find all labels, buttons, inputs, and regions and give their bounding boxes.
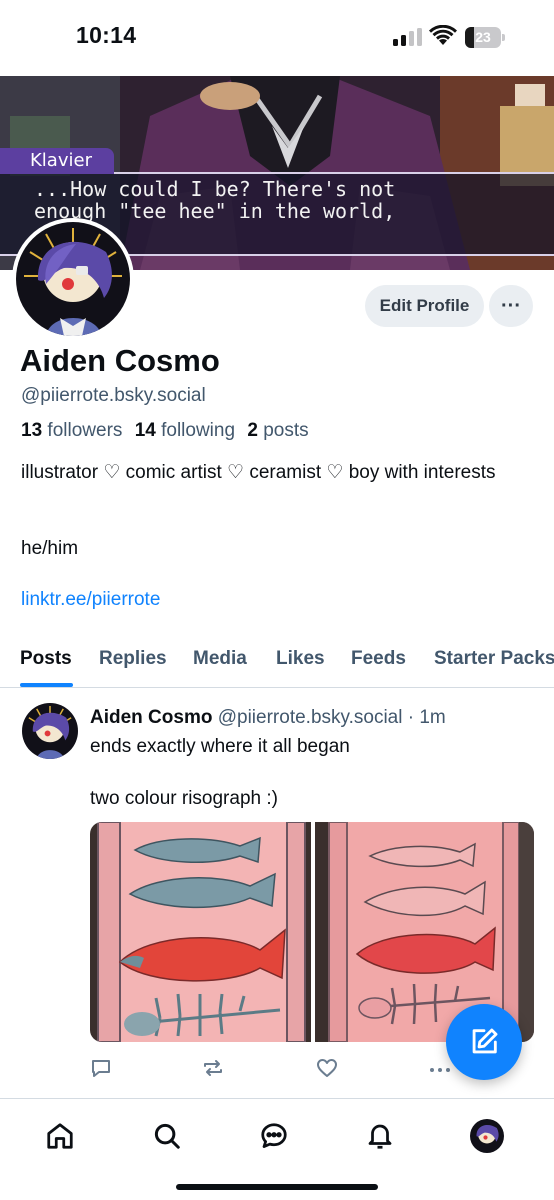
nav-home[interactable] — [43, 1119, 77, 1153]
search-icon — [154, 1123, 180, 1149]
followers-count: 13 — [21, 420, 43, 441]
compose-icon — [472, 1028, 498, 1054]
avatar-image — [16, 222, 130, 336]
profile-handle: @piierrote.bsky.social — [21, 385, 206, 406]
tab-media[interactable]: Media — [193, 648, 247, 670]
post-author-handle[interactable]: @piierrote.bsky.social — [218, 707, 403, 728]
tab-posts[interactable]: Posts — [20, 648, 72, 670]
tab-likes[interactable]: Likes — [276, 648, 325, 670]
battery-indicator: 23 — [465, 27, 505, 48]
nav-chat[interactable] — [257, 1119, 291, 1153]
following-stat[interactable]: 14 following — [135, 420, 235, 441]
battery-level: 23 — [475, 29, 491, 45]
post-author-name[interactable]: Aiden Cosmo — [90, 707, 212, 728]
edit-profile-button[interactable]: Edit Profile — [365, 285, 484, 327]
risograph-print-image-1 — [90, 822, 311, 1042]
profile-stats: 13 followers 14 following 2 posts — [21, 420, 316, 442]
display-name: Aiden Cosmo — [20, 343, 220, 378]
post-text-line-2: two colour risograph :) — [90, 788, 278, 809]
status-bar: 10:14 23 — [0, 0, 554, 76]
profile-pronouns: he/him — [21, 538, 79, 559]
post-header: Aiden Cosmo @piierrote.bsky.social · 1m — [90, 707, 446, 729]
home-icon — [47, 1123, 73, 1149]
cellular-signal-icon — [393, 28, 422, 46]
followers-label: followers — [47, 420, 123, 441]
home-indicator — [176, 1184, 378, 1190]
chat-icon — [261, 1123, 287, 1148]
posts-count: 2 — [247, 420, 258, 441]
reply-icon[interactable] — [89, 1056, 113, 1080]
dialogue-speaker: Klavier — [0, 148, 114, 174]
status-time: 10:14 — [76, 22, 137, 48]
post-image-1[interactable] — [90, 822, 311, 1042]
post-timestamp: · 1m — [407, 707, 446, 728]
nav-profile[interactable] — [470, 1119, 504, 1153]
posts-label: posts — [263, 420, 309, 441]
wifi-icon — [429, 25, 457, 45]
profile-avatar[interactable] — [12, 218, 134, 340]
post-text-line-1: ends exactly where it all began — [90, 736, 350, 757]
posts-stat: 2 posts — [247, 420, 308, 441]
following-label: following — [161, 420, 236, 441]
bell-icon — [368, 1124, 392, 1149]
more-icon[interactable] — [428, 1056, 452, 1080]
following-count: 14 — [134, 420, 156, 441]
profile-more-button[interactable]: ··· — [489, 285, 533, 327]
post-author-avatar[interactable] — [22, 703, 78, 759]
post-avatar-image — [22, 703, 78, 759]
tab-replies[interactable]: Replies — [99, 648, 167, 670]
repost-icon[interactable] — [201, 1056, 225, 1080]
active-tab-indicator — [20, 683, 73, 687]
nav-notifications[interactable] — [363, 1119, 397, 1153]
compose-button[interactable] — [446, 1004, 522, 1080]
profile-bio: illustrator ♡ comic artist ♡ ceramist ♡ … — [21, 462, 496, 483]
followers-stat[interactable]: 13 followers — [21, 420, 122, 441]
heart-icon[interactable] — [315, 1056, 339, 1080]
profile-link[interactable]: linktr.ee/piierrote — [21, 589, 160, 611]
nav-search[interactable] — [150, 1119, 184, 1153]
profile-avatar-icon — [470, 1119, 504, 1153]
tab-feeds[interactable]: Feeds — [351, 648, 406, 670]
tab-starter-packs[interactable]: Starter Packs — [434, 648, 554, 670]
profile-tabs: Posts Replies Media Likes Feeds Starter … — [0, 636, 554, 688]
